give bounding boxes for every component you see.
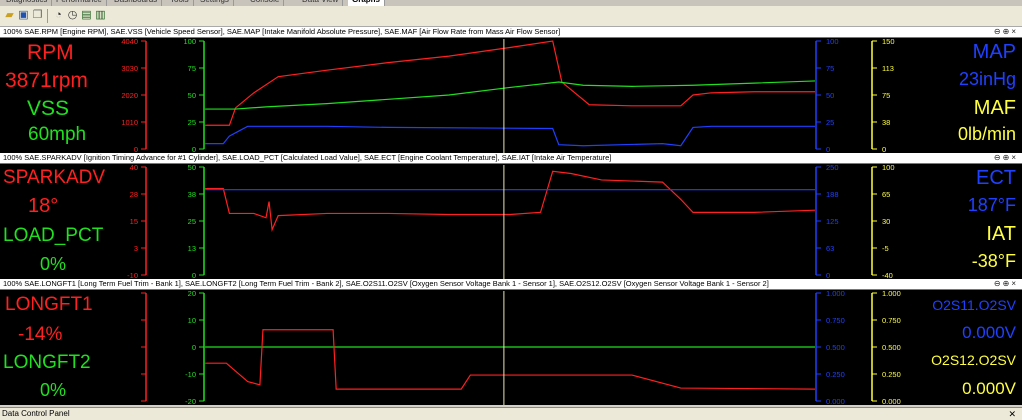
axis-tick-label: 1.000 (826, 289, 845, 298)
axis-tick-label: 50 (826, 91, 834, 100)
axis-tick-label: 40 (130, 163, 138, 172)
copy-icon[interactable]: ❐ (31, 9, 44, 22)
series-line (205, 170, 816, 232)
axis-tick-label: 0.000 (826, 397, 845, 406)
axis-tick-label: 13 (188, 244, 196, 253)
axis-tick-label: 0.500 (882, 343, 901, 352)
axis-tick-label: 50 (188, 163, 196, 172)
axis-tick-label: 3 (134, 244, 138, 253)
axis-tick-label: 125 (826, 217, 839, 226)
axis-tick-label: 75 (826, 64, 834, 73)
axis-tick-label: 15 (130, 217, 138, 226)
axis-tick-label: 75 (188, 64, 196, 73)
toolbar: ▰ ▣ ❐ ◔ ◷ ▤ ▥ (0, 6, 1022, 27)
axis-tick-label: 0.500 (826, 343, 845, 352)
data-control-panel-label: Data Control Panel (2, 409, 70, 418)
axis-tick-label: 188 (826, 190, 839, 199)
series-line (205, 80, 816, 110)
axis-tick-label: 0.250 (882, 370, 901, 379)
axis-tick-label: 2020 (121, 91, 138, 100)
graph-plot[interactable]: 4028153-105038251302501881256301006530-5… (0, 153, 1022, 280)
save-icon[interactable]: ▣ (17, 9, 30, 22)
close-icon[interactable]: ✕ (1008, 408, 1016, 420)
series-line (205, 40, 815, 126)
axis-tick-label: 0.750 (826, 316, 845, 325)
graph-plot[interactable]: 20 10 0 -10 -20 1.000 0.750 0.500 0.250 0.000 1.00… (0, 279, 1022, 406)
axis-tick-label: 20 (188, 289, 196, 298)
graph-panel-2: 100% SAE.SPARKADV [Ignition Timing Advan… (0, 153, 1022, 280)
axis-tick-label: 100 (183, 37, 196, 46)
stopwatch-icon[interactable]: ◷ (66, 9, 79, 22)
axis-tick-label: 150 (882, 37, 895, 46)
axis-tick-label: 0 (192, 343, 196, 352)
axis-tick-label: 113 (882, 64, 894, 73)
axis-tick-label: 0.000 (882, 397, 901, 406)
axis-tick-label: 30 (882, 217, 890, 226)
graph-view-icon[interactable]: ▤ (80, 9, 93, 22)
axis-tick-label: 100 (826, 37, 839, 46)
series-line (205, 125, 815, 147)
toolbar-separator (47, 9, 48, 23)
axis-tick-label: 0.250 (826, 370, 845, 379)
data-control-panel-bar: Data Control Panel ✕ (0, 407, 1022, 420)
chart-icon[interactable]: ▥ (94, 9, 107, 22)
axis-tick-label: 10 (188, 316, 196, 325)
axis-tick-label: 100 (882, 163, 895, 172)
axis-tick-label: 63 (826, 244, 834, 253)
axis-tick-label: 25 (826, 118, 834, 127)
axis-tick-label: 0.750 (882, 316, 901, 325)
axis-tick-label: 1010 (121, 118, 138, 127)
graph-plot[interactable]: 4040303020201010010075502501007550250150… (0, 27, 1022, 154)
axis-tick-label: -5 (882, 244, 889, 253)
axis-tick-label: 65 (882, 190, 890, 199)
axis-tick-label: 50 (188, 91, 196, 100)
graph-panel-1: 100% SAE.RPM [Engine RPM], SAE.VSS [Vehi… (0, 27, 1022, 154)
graph-panel-3: 100% SAE.LONGFT1 [Long Term Fuel Trim - … (0, 279, 1022, 406)
axis-tick-label: 25 (188, 118, 196, 127)
series-line (205, 329, 816, 390)
axis-tick-label: 25 (188, 217, 196, 226)
axis-tick-label: -10 (185, 370, 196, 379)
axis-tick-label: 38 (882, 118, 890, 127)
axis-tick-label: 1.000 (882, 289, 901, 298)
axis-tick-label: 4040 (121, 37, 138, 46)
gauge-icon[interactable]: ◔ (52, 9, 65, 22)
axis-tick-label: -20 (185, 397, 196, 406)
axis-tick-label: 75 (882, 91, 890, 100)
axis-tick-label: 28 (130, 190, 138, 199)
axis-tick-label: 38 (188, 190, 196, 199)
axis-tick-label: 250 (826, 163, 839, 172)
open-folder-icon[interactable]: ▰ (3, 9, 16, 22)
axis-tick-label: 3030 (121, 64, 138, 73)
